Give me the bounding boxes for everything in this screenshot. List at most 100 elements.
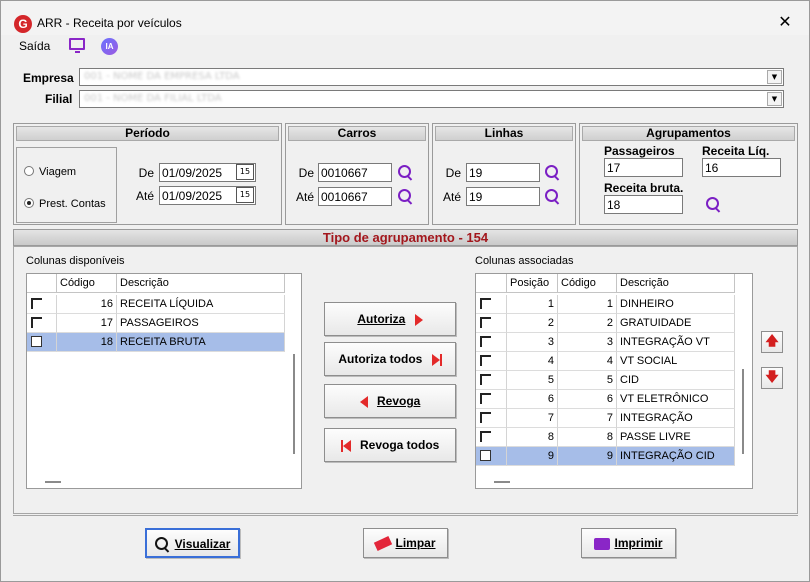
linhas-de-input[interactable]: 19 — [466, 163, 540, 182]
row-checkbox[interactable] — [31, 336, 42, 347]
receita-bruta-input[interactable]: 18 — [604, 195, 683, 214]
filial-label: Filial — [45, 92, 73, 106]
scrollbar[interactable] — [742, 369, 744, 454]
table-row[interactable]: 5 5 CID — [476, 371, 735, 390]
row-checkbox[interactable] — [480, 412, 491, 423]
descricao-cell: GRATUIDADE — [617, 314, 735, 333]
search-icon[interactable] — [706, 197, 722, 213]
row-check-cell[interactable] — [476, 295, 507, 314]
row-check-cell[interactable] — [476, 428, 507, 447]
revoga-button[interactable]: Revoga — [324, 384, 456, 418]
chevron-down-icon[interactable]: ▼ — [767, 70, 782, 84]
scrollbar[interactable] — [494, 481, 510, 483]
descricao-cell: PASSE LIVRE — [617, 428, 735, 447]
radio-prest-contas[interactable] — [24, 198, 34, 208]
monitor-icon[interactable] — [69, 38, 85, 53]
row-checkbox[interactable] — [31, 298, 42, 309]
row-check-cell[interactable] — [476, 333, 507, 352]
main-window: G ARR - Receita por veículos ✕ Saída IA … — [0, 0, 810, 582]
passageiros-input[interactable]: 17 — [604, 158, 683, 177]
radio-viagem-label: Viagem — [39, 166, 77, 178]
table-row[interactable]: 1 1 DINHEIRO — [476, 295, 735, 314]
row-checkbox[interactable] — [480, 336, 491, 347]
colunas-associadas-grid[interactable]: Posição Código Descrição 1 1 DINHEIRO 2 2 GRA… — [475, 273, 753, 489]
move-down-button[interactable]: 🡇 — [761, 367, 783, 389]
carros-de-input[interactable]: 0010667 — [318, 163, 392, 182]
table-row[interactable]: 3 3 INTEGRAÇÃO VT — [476, 333, 735, 352]
close-icon[interactable]: ✕ — [775, 12, 795, 31]
row-checkbox[interactable] — [480, 374, 491, 385]
table-row[interactable]: 7 7 INTEGRAÇÃO — [476, 409, 735, 428]
table-row[interactable]: 4 4 VT SOCIAL — [476, 352, 735, 371]
row-check-cell[interactable] — [476, 352, 507, 371]
row-check-cell[interactable] — [476, 409, 507, 428]
empresa-label: Empresa — [23, 71, 74, 85]
search-icon[interactable] — [545, 189, 561, 205]
row-checkbox[interactable] — [480, 355, 491, 366]
menu-saida[interactable]: Saída — [19, 39, 50, 53]
arrow-right-icon — [414, 313, 423, 326]
table-row[interactable]: 6 6 VT ELETRÔNICO — [476, 390, 735, 409]
posicao-cell: 6 — [507, 390, 558, 409]
posicao-cell: 3 — [507, 333, 558, 352]
autoriza-button[interactable]: Autoriza — [324, 302, 456, 336]
calendar-icon[interactable]: 15 — [236, 164, 254, 180]
carros-ate-input[interactable]: 0010667 — [318, 187, 392, 206]
window-title: ARR - Receita por veículos — [37, 16, 182, 30]
row-checkbox[interactable] — [31, 317, 42, 328]
colunas-disponiveis-grid[interactable]: Código Descrição 16 RECEITA LÍQUIDA 17 PASS… — [26, 273, 302, 489]
row-check-cell[interactable] — [476, 390, 507, 409]
radio-viagem[interactable] — [24, 166, 34, 176]
table-row[interactable]: 8 8 PASSE LIVRE — [476, 428, 735, 447]
table-row[interactable]: 18 RECEITA BRUTA — [27, 333, 285, 352]
posicao-cell: 2 — [507, 314, 558, 333]
row-check-cell[interactable] — [27, 333, 57, 352]
imprimir-button[interactable]: Imprimir — [581, 528, 676, 558]
row-check-cell[interactable] — [27, 314, 57, 333]
table-row[interactable]: 9 9 INTEGRAÇÃO CID — [476, 447, 735, 466]
eraser-icon — [374, 536, 393, 552]
codigo-cell: 16 — [57, 295, 117, 314]
colunas-disponiveis-label: Colunas disponíveis — [26, 255, 125, 267]
row-checkbox[interactable] — [480, 393, 491, 404]
radio-prest-contas-label: Prest. Contas — [39, 198, 106, 210]
filial-combo[interactable]: 001 - NOME DA FILIAL LTDA ▼ — [79, 90, 784, 108]
periodo-title: Período — [16, 126, 279, 141]
codigo-cell: 3 — [558, 333, 617, 352]
search-icon[interactable] — [545, 165, 561, 181]
search-icon[interactable] — [398, 165, 414, 181]
row-checkbox[interactable] — [480, 298, 491, 309]
scrollbar[interactable] — [45, 481, 61, 483]
autoriza-todos-button[interactable]: Autoriza todos — [324, 342, 456, 376]
row-check-cell[interactable] — [476, 314, 507, 333]
linhas-ate-label: Até — [442, 190, 461, 204]
row-checkbox[interactable] — [480, 317, 491, 328]
row-checkbox[interactable] — [480, 431, 491, 442]
search-icon[interactable] — [398, 189, 414, 205]
linhas-ate-input[interactable]: 19 — [466, 187, 540, 206]
table-row[interactable]: 2 2 GRATUIDADE — [476, 314, 735, 333]
bar-icon — [439, 353, 442, 366]
row-check-cell[interactable] — [27, 295, 57, 314]
table-row[interactable]: 16 RECEITA LÍQUIDA — [27, 295, 285, 314]
codigo-cell: 18 — [57, 333, 117, 352]
row-check-cell[interactable] — [476, 371, 507, 390]
descricao-cell: INTEGRAÇÃO — [617, 409, 735, 428]
receita-liq-input[interactable]: 16 — [702, 158, 781, 177]
row-check-cell[interactable] — [476, 447, 507, 466]
revoga-todos-button[interactable]: Revoga todos — [324, 428, 456, 462]
printer-icon — [594, 537, 611, 550]
visualizar-button[interactable]: Visualizar — [145, 528, 240, 558]
periodo-de-label: De — [138, 166, 154, 180]
ia-icon[interactable]: IA — [101, 38, 118, 55]
move-up-button[interactable]: 🡅 — [761, 331, 783, 353]
scrollbar[interactable] — [293, 354, 295, 454]
chevron-down-icon[interactable]: ▼ — [767, 92, 782, 106]
limpar-button[interactable]: Limpar — [363, 528, 448, 558]
row-checkbox[interactable] — [480, 450, 491, 461]
table-row[interactable]: 17 PASSAGEIROS — [27, 314, 285, 333]
empresa-combo[interactable]: 001 - NOME DA EMPRESA LTDA ▼ — [79, 68, 784, 86]
calendar-icon[interactable]: 15 — [236, 187, 254, 203]
revoga-label: Revoga — [376, 394, 421, 408]
app-logo-icon: G — [14, 15, 32, 33]
